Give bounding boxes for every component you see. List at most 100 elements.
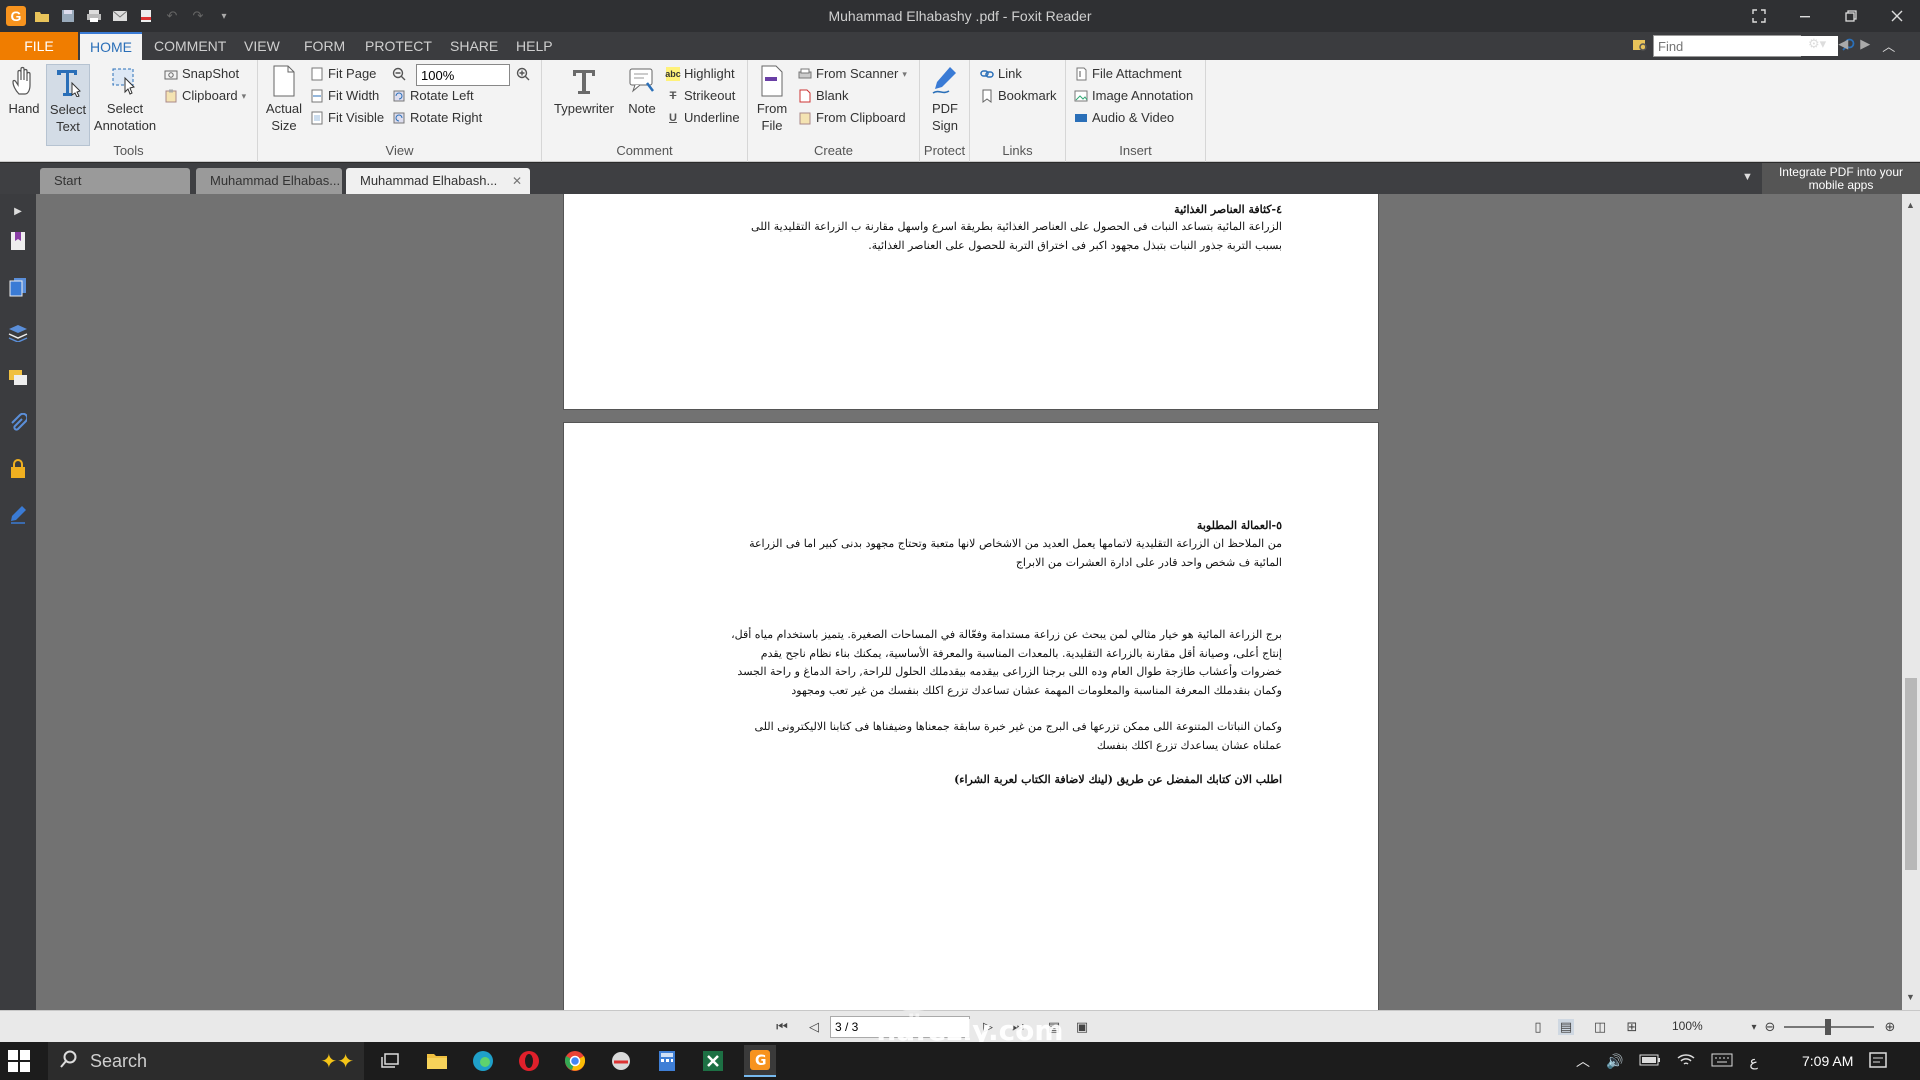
document-viewer[interactable]: ٤-كثافة العناصر الغذائية الزراعة المائية… <box>36 194 1902 1010</box>
battery-icon[interactable] <box>1639 1053 1661 1069</box>
zoom-level[interactable]: 100% <box>1672 1019 1703 1033</box>
image-annotation-button[interactable]: Image Annotation <box>1074 86 1193 106</box>
tab-file[interactable]: FILE <box>0 32 78 60</box>
attachments-icon[interactable] <box>7 412 29 434</box>
clipboard-button[interactable]: Clipboard ▾ <box>164 86 246 106</box>
previous-page-icon[interactable]: ◁ <box>806 1019 822 1035</box>
audio-video-button[interactable]: Audio & Video <box>1074 108 1174 128</box>
blank-button[interactable]: Blank <box>798 86 849 106</box>
underline-button[interactable]: U Underline <box>666 108 740 128</box>
bookmark-button[interactable]: Bookmark <box>980 86 1057 106</box>
windows-start-icon[interactable] <box>8 1050 32 1074</box>
vpn-app-icon[interactable] <box>608 1048 634 1074</box>
save-icon[interactable] <box>58 6 78 26</box>
pages-icon[interactable] <box>7 276 29 298</box>
minimize-button[interactable] <box>1782 0 1828 32</box>
zoom-out-icon[interactable] <box>392 67 406 84</box>
strikeout-button[interactable]: T Strikeout <box>666 86 736 106</box>
find-options-icon[interactable] <box>1632 37 1648 56</box>
select-text-button[interactable]: Select Text <box>46 64 90 146</box>
select-annotation-button[interactable]: Select Annotation <box>92 64 158 134</box>
from-scanner-button[interactable]: From Scanner ▾ <box>798 64 907 84</box>
tab-share[interactable]: SHARE <box>440 32 508 60</box>
vertical-scrollbar[interactable]: ▲ ▼ <box>1902 194 1920 1010</box>
fit-width-button[interactable]: Fit Width <box>310 86 379 106</box>
security-lock-icon[interactable] <box>7 458 29 480</box>
taskbar-clock[interactable]: 7:09 AM <box>1802 1053 1853 1069</box>
scan-icon[interactable] <box>136 6 156 26</box>
excel-icon[interactable] <box>700 1048 726 1074</box>
forward-arrow-icon[interactable]: ▶ <box>1860 36 1870 55</box>
tab-comment[interactable]: COMMENT <box>144 32 236 60</box>
expand-panel-icon[interactable]: ▶ <box>7 200 29 222</box>
pdf-sign-button[interactable]: PDF Sign <box>924 64 966 134</box>
layers-icon[interactable] <box>7 322 29 344</box>
zoom-slider-thumb[interactable] <box>1825 1019 1831 1035</box>
calculator-icon[interactable] <box>654 1048 680 1074</box>
collapse-ribbon-icon[interactable]: ︿ <box>1882 36 1895 55</box>
settings-gear-icon[interactable]: ⚙▾ <box>1808 36 1826 55</box>
file-explorer-icon[interactable] <box>424 1048 450 1074</box>
tab-home[interactable]: HOME <box>80 32 142 60</box>
actual-size-button[interactable]: Actual Size <box>262 64 306 134</box>
single-page-icon[interactable]: ▯ <box>1530 1019 1546 1035</box>
notifications-icon[interactable] <box>1868 1051 1888 1074</box>
open-folder-icon[interactable] <box>32 6 52 26</box>
wifi-icon[interactable] <box>1677 1053 1695 1070</box>
scrollbar-thumb[interactable] <box>1905 678 1917 870</box>
signatures-icon[interactable] <box>7 504 29 526</box>
continuous-page-icon[interactable]: ▤ <box>1558 1019 1574 1035</box>
comments-panel-icon[interactable] <box>7 366 29 388</box>
undo-icon[interactable]: ↶ <box>162 6 182 26</box>
task-view-icon[interactable] <box>377 1048 403 1074</box>
fit-visible-button[interactable]: Fit Visible <box>310 108 384 128</box>
email-icon[interactable] <box>110 6 130 26</box>
zoom-in-circle-icon[interactable]: ⊕ <box>1882 1019 1898 1035</box>
tab-view[interactable]: VIEW <box>234 32 290 60</box>
close-button[interactable] <box>1874 0 1920 32</box>
hand-tool-button[interactable]: Hand <box>4 64 44 117</box>
scroll-up-icon[interactable]: ▲ <box>1906 200 1915 210</box>
tab-document-2[interactable]: Muhammad Elhabash... ✕ <box>346 168 530 194</box>
note-button[interactable]: Note <box>622 64 662 117</box>
zoom-input[interactable] <box>417 65 509 85</box>
zoom-out-circle-icon[interactable]: ⊖ <box>1762 1019 1778 1035</box>
fit-page-button[interactable]: Fit Page <box>310 64 376 84</box>
from-file-button[interactable]: From File <box>754 64 790 134</box>
zoom-in-icon[interactable] <box>516 67 530 84</box>
foxit-reader-taskbar-icon[interactable]: G <box>744 1045 776 1077</box>
first-page-icon[interactable]: ⏮ <box>774 1019 790 1035</box>
tab-list-dropdown-icon[interactable]: ▼ <box>1742 171 1753 183</box>
input-language[interactable]: ع <box>1749 1053 1757 1070</box>
tab-protect[interactable]: PROTECT <box>355 32 442 60</box>
tab-help[interactable]: HELP <box>506 32 563 60</box>
chrome-browser-icon[interactable] <box>562 1048 588 1074</box>
zoom-dropdown-icon[interactable]: ▾ <box>1746 1019 1762 1035</box>
continuous-facing-icon[interactable]: ⊞ <box>1624 1019 1640 1035</box>
back-arrow-icon[interactable]: ◀ <box>1838 36 1848 55</box>
highlight-button[interactable]: abc Highlight <box>665 64 735 84</box>
rotate-left-button[interactable]: Rotate Left <box>392 86 474 106</box>
from-clipboard-button[interactable]: From Clipboard <box>798 108 906 128</box>
print-icon[interactable] <box>84 6 104 26</box>
snapshot-button[interactable]: SnapShot <box>164 64 239 84</box>
keyboard-icon[interactable] <box>1711 1053 1733 1070</box>
tab-form[interactable]: FORM <box>294 32 355 60</box>
customize-dropdown-icon[interactable]: ▾ <box>214 6 234 26</box>
restore-button[interactable] <box>1828 0 1874 32</box>
foxit-logo[interactable]: G <box>6 6 26 26</box>
integrate-pdf-banner[interactable]: Integrate PDF into your mobile apps <box>1762 163 1920 194</box>
opera-browser-icon[interactable] <box>516 1048 542 1074</box>
rotate-right-button[interactable]: Rotate Right <box>392 108 482 128</box>
close-tab-icon[interactable]: ✕ <box>512 168 522 194</box>
taskbar-search[interactable]: Search ✦✦ <box>48 1042 364 1080</box>
show-hidden-icons-icon[interactable]: ︿ <box>1576 1051 1590 1071</box>
facing-page-icon[interactable]: ◫ <box>1592 1019 1608 1035</box>
scroll-down-icon[interactable]: ▼ <box>1906 992 1915 1002</box>
tab-document-1[interactable]: Muhammad Elhabas... <box>196 168 342 194</box>
bookmarks-icon[interactable] <box>7 230 29 252</box>
tab-start[interactable]: Start <box>40 168 190 194</box>
link-button[interactable]: Link <box>980 64 1022 84</box>
fullscreen-button[interactable] <box>1736 0 1782 32</box>
edge-browser-icon[interactable] <box>470 1048 496 1074</box>
